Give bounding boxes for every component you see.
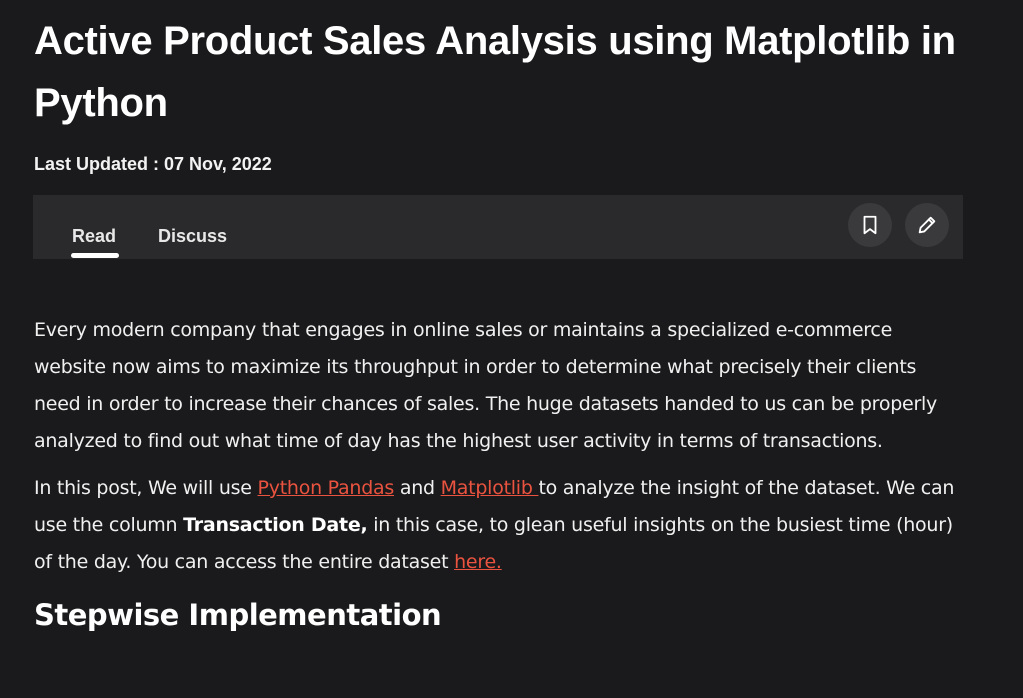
python-pandas-link[interactable]: Python Pandas — [258, 477, 395, 499]
active-tab-indicator — [71, 253, 119, 258]
tab-discuss[interactable]: Discuss — [158, 221, 227, 251]
article-body: Every modern company that engages in onl… — [34, 312, 964, 635]
tab-read[interactable]: Read — [72, 221, 116, 251]
intro-paragraph: Every modern company that engages in onl… — [34, 319, 938, 452]
article-tabbar: Read Discuss — [33, 195, 963, 259]
edit-button[interactable] — [905, 203, 949, 247]
section-heading: Stepwise Implementation — [34, 598, 442, 632]
paragraph-text: and — [394, 477, 441, 499]
last-updated: Last Updated : 07 Nov, 2022 — [34, 154, 272, 174]
pencil-icon — [916, 214, 938, 236]
article-title: Active Product Sales Analysis using Matp… — [34, 19, 956, 125]
article-page: Active Product Sales Analysis using Matp… — [0, 0, 1023, 698]
transaction-date-bold: Transaction Date, — [183, 514, 368, 536]
second-paragraph: In this post, We will use Python Pandas … — [34, 470, 964, 581]
dataset-link[interactable]: here. — [454, 551, 502, 573]
matplotlib-link[interactable]: Matplotlib — [441, 477, 539, 499]
bookmark-icon — [859, 214, 881, 236]
bookmark-button[interactable] — [848, 203, 892, 247]
paragraph-text: In this post, We will use — [34, 477, 258, 499]
